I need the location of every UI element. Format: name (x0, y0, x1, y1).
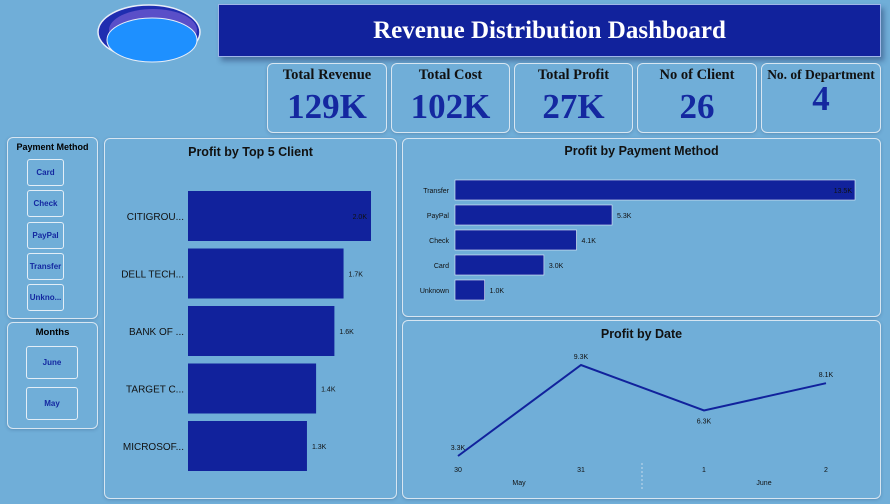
bar (454, 179, 856, 201)
category-label: Transfer (423, 188, 449, 195)
data-label: 1.0K (490, 288, 505, 295)
logo-icon (97, 4, 201, 63)
kpi-value: 4 (812, 79, 830, 118)
bar (188, 191, 371, 241)
data-label: 6.3K (697, 419, 712, 426)
slicer-option-unknown[interactable]: Unkno... (27, 284, 64, 311)
payment-method-bar-chart: Transfer 13.5K PayPal 5.3K Check 4.1K Card 3.0K… (420, 179, 856, 301)
payment-method-slicer: Payment Method Card Check PayPal Transfe… (7, 137, 98, 319)
payment-method-chart-card: Profit by Payment Method Transfer 13.5K Pa… (402, 138, 881, 317)
category-label: TARGET C... (126, 385, 184, 396)
kpi-label: Total Revenue (282, 67, 372, 83)
data-label: 9.3K (574, 354, 589, 361)
kpi-value: 102K (410, 87, 491, 126)
data-label: 1.7K (349, 272, 364, 279)
kpi-value: 27K (542, 87, 605, 126)
series-line (457, 363, 827, 457)
category-label: Card (434, 263, 449, 270)
data-label: 5.3K (617, 213, 632, 220)
slicer-title: Payment Method (16, 142, 89, 152)
category-label: Unknown (420, 288, 449, 295)
slicer-option-may[interactable]: May (26, 387, 78, 420)
data-label: 4.1K (581, 238, 596, 245)
kpi-card-total-cost: Total Cost 102K (391, 63, 510, 133)
data-label: 8.1K (819, 372, 834, 379)
page-title: Revenue Distribution Dashboard (373, 16, 726, 44)
data-label: 3.3K (451, 445, 466, 452)
client-profit-chart-card: Profit by Top 5 Client CITIGROU... 2.0K DE… (104, 138, 397, 499)
bar (188, 421, 307, 471)
data-label: 2.0K (353, 214, 368, 221)
x-tick-label: 1 (702, 467, 706, 474)
data-label: 3.0K (549, 263, 564, 270)
kpi-label: Total Cost (418, 67, 483, 83)
x-group-label: May (512, 480, 526, 487)
data-label: 13.5K (834, 188, 853, 195)
kpi-card-total-profit: Total Profit 27K (514, 63, 633, 133)
slicer-title: Months (35, 327, 70, 338)
category-label: DELL TECH... (121, 270, 184, 281)
slicer-option-paypal[interactable]: PayPal (27, 222, 64, 249)
kpi-card-no-of-department: No. of Department 4 (761, 63, 881, 133)
kpi-label: Total Profit (537, 67, 610, 83)
x-tick-label: 2 (824, 467, 828, 474)
slicer-option-card[interactable]: Card (27, 159, 64, 186)
months-slicer: Months June May (7, 322, 98, 429)
data-label: 1.6K (339, 329, 354, 336)
date-profit-line-chart: 3.3K 9.3K 6.3K 8.1K 30 31 1 2 May June (451, 354, 834, 491)
bar (454, 204, 613, 226)
bar (454, 254, 545, 276)
kpi-card-total-revenue: Total Revenue 129K (267, 63, 387, 133)
bar (454, 279, 485, 301)
kpi-label: No of Client (659, 67, 735, 83)
slicer-option-check[interactable]: Check (27, 190, 64, 217)
date-profit-chart-card: Profit by Date 3.3K 9.3K 6.3K 8.1K 30 31 1 2 May… (402, 320, 881, 499)
bar (188, 363, 317, 414)
bar (188, 306, 335, 356)
slicer-option-june[interactable]: June (26, 346, 78, 379)
data-label: 1.3K (312, 444, 327, 451)
category-label: Check (429, 238, 449, 245)
bar (454, 229, 577, 251)
category-label: BANK OF ... (129, 327, 184, 338)
data-label: 1.4K (321, 387, 336, 394)
category-label: PayPal (427, 213, 450, 220)
x-tick-label: 30 (454, 467, 462, 474)
x-tick-label: 31 (577, 467, 585, 474)
category-label: MICROSOF... (123, 442, 184, 453)
client-profit-bar-chart: CITIGROU... 2.0K DELL TECH... 1.7K BANK OF .… (121, 191, 371, 471)
x-group-label: June (756, 480, 771, 487)
slicer-option-transfer[interactable]: Transfer (27, 253, 64, 280)
bar (188, 248, 344, 299)
kpi-card-no-of-client: No of Client 26 (637, 63, 757, 133)
title-banner: Revenue Distribution Dashboard (218, 4, 881, 57)
kpi-value: 129K (287, 87, 367, 126)
category-label: CITIGROU... (127, 212, 184, 223)
kpi-value: 26 (679, 87, 715, 126)
